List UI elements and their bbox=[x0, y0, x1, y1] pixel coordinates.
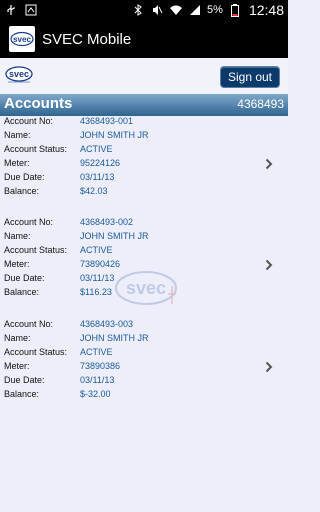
name-label: Name: bbox=[4, 231, 31, 241]
name-value: JOHN SMITH JR bbox=[80, 333, 149, 343]
svec-logo: svec bbox=[4, 65, 34, 90]
app-logo[interactable]: svec bbox=[9, 26, 35, 52]
meter-value: 95224126 bbox=[80, 158, 121, 168]
status-label: Account Status: bbox=[4, 245, 68, 255]
meter-label: Meter: bbox=[4, 158, 30, 168]
account-card-2[interactable]: Account No: 4368493-002 Name: JOHN SMITH J… bbox=[0, 217, 288, 313]
balance-label: Balance: bbox=[4, 287, 40, 297]
mute-icon bbox=[150, 3, 164, 17]
bluetooth-icon bbox=[131, 3, 145, 17]
name-label: Name: bbox=[4, 333, 31, 343]
due-date-value: 03/11/13 bbox=[80, 273, 115, 283]
status-value: ACTIVE bbox=[80, 245, 113, 255]
clock: 12:48 bbox=[248, 2, 284, 18]
due-date-value: 03/11/13 bbox=[80, 172, 115, 182]
status-value: ACTIVE bbox=[80, 144, 113, 154]
section-title: Accounts bbox=[4, 95, 73, 112]
account-no-value: 4368493-003 bbox=[80, 319, 134, 329]
chevron-right-icon[interactable] bbox=[265, 360, 273, 378]
account-no-label: Account No: bbox=[4, 217, 54, 227]
status-label: Account Status: bbox=[4, 144, 68, 154]
account-no-label: Account No: bbox=[4, 116, 54, 126]
due-date-label: Due Date: bbox=[4, 273, 45, 283]
status-bar: 5% 12:48 bbox=[0, 0, 288, 20]
meter-label: Meter: bbox=[4, 259, 30, 269]
name-label: Name: bbox=[4, 130, 31, 140]
wifi-icon bbox=[169, 3, 183, 17]
chevron-right-icon[interactable] bbox=[265, 157, 273, 175]
name-value: JOHN SMITH JR bbox=[80, 130, 149, 140]
due-date-value: 03/11/13 bbox=[80, 375, 115, 385]
account-card-3[interactable]: Account No: 4368493-003 Name: JOHN SMITH J… bbox=[0, 319, 288, 415]
status-value: ACTIVE bbox=[80, 347, 113, 357]
battery-icon bbox=[228, 3, 242, 17]
app-title: SVEC Mobile bbox=[42, 30, 132, 48]
balance-value: $116.23 bbox=[80, 287, 112, 297]
accounts-header: Accounts 4368493 bbox=[0, 94, 288, 116]
header: svec Sign out bbox=[0, 58, 288, 94]
balance-value: $-32.00 bbox=[80, 389, 111, 399]
account-no-value: 4368493-001 bbox=[80, 116, 134, 126]
usb-icon bbox=[4, 3, 18, 17]
due-date-label: Due Date: bbox=[4, 375, 45, 385]
meter-label: Meter: bbox=[4, 361, 30, 371]
name-value: JOHN SMITH JR bbox=[80, 231, 149, 241]
balance-label: Balance: bbox=[4, 186, 40, 196]
due-date-label: Due Date: bbox=[4, 172, 45, 182]
member-number: 4368493 bbox=[237, 97, 284, 111]
signal-icon bbox=[188, 3, 202, 17]
svg-text:svec: svec bbox=[13, 35, 31, 44]
balance-label: Balance: bbox=[4, 389, 40, 399]
balance-value: $42.03 bbox=[80, 186, 108, 196]
battery-percent: 5% bbox=[207, 4, 223, 16]
meter-value: 73890386 bbox=[80, 361, 121, 371]
meter-value: 73890426 bbox=[80, 259, 121, 269]
chevron-right-icon[interactable] bbox=[265, 258, 273, 276]
image-notification-icon bbox=[24, 3, 38, 17]
account-no-value: 4368493-002 bbox=[80, 217, 134, 227]
account-card-1[interactable]: Account No: 4368493-001 Name: JOHN SMITH J… bbox=[0, 116, 288, 212]
svg-text:svec: svec bbox=[9, 69, 29, 79]
account-no-label: Account No: bbox=[4, 319, 54, 329]
status-label: Account Status: bbox=[4, 347, 68, 357]
action-bar: svec SVEC Mobile bbox=[0, 20, 288, 58]
sign-out-button[interactable]: Sign out bbox=[220, 66, 280, 88]
